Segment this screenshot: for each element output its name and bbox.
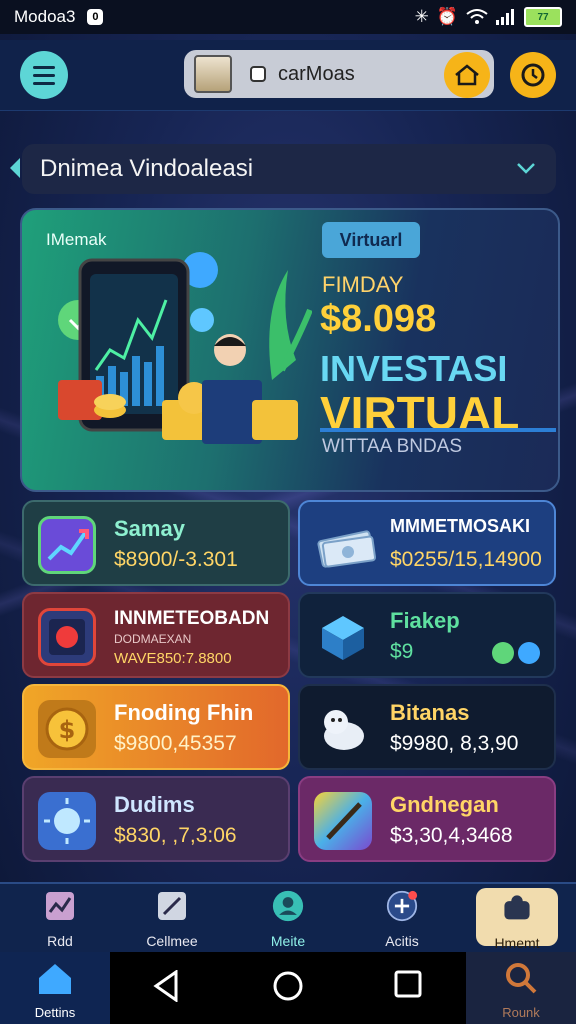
wallet-icon [504, 895, 530, 920]
tab-label: Meite [270, 933, 306, 949]
nav-left-tab[interactable]: Dettins [0, 952, 110, 1024]
card-value: $3,30,4,3468 [390, 824, 513, 847]
pencil-cube-icon [314, 792, 372, 850]
tab-label: Acitis [385, 933, 419, 949]
money-stack-icon [314, 516, 378, 574]
chart-icon [38, 516, 96, 574]
user-icon [272, 890, 304, 922]
tab-meite[interactable]: Meite [238, 890, 338, 950]
card-mmmetmosaki[interactable]: MMMETMOSAKI $0255/15,14900 [298, 500, 556, 586]
battery-icon: 77 [524, 7, 562, 27]
wifi-icon [466, 9, 488, 24]
card-dudims[interactable]: Dudims $830, ,7,3:06 [22, 776, 290, 862]
hero-amount: $8.098 [320, 298, 437, 340]
card-title: INNMETEOBADN [114, 608, 270, 629]
card-value: $8900/-3.301 [114, 548, 238, 571]
card-gndnegan[interactable]: Gndnegan $3,30,4,3468 [298, 776, 556, 862]
card-title: Fnoding Fhin [114, 700, 254, 725]
seal-icon [314, 700, 372, 758]
card-samay[interactable]: Samay $8900/-3.301 [22, 500, 290, 586]
signal-icon [496, 9, 514, 25]
nav-right-tab[interactable]: Rounk [466, 952, 576, 1024]
card-value: WAVE850:7.8800 [114, 650, 232, 667]
card-fnoding-fhin[interactable]: $ Fnoding Fhin $9800,45357 [22, 684, 290, 770]
add-icon [386, 890, 418, 922]
card-value: $9980, 8,3,90 [390, 732, 519, 755]
tab-label: Hmemt [494, 935, 540, 951]
timer-button[interactable] [510, 52, 556, 98]
search-text: carMoas [278, 62, 355, 85]
hero-divider [320, 428, 556, 432]
edit-icon [158, 892, 186, 920]
hero-title-1: INVESTASI [320, 348, 508, 389]
card-title: Bitanas [390, 700, 470, 725]
search-icon [506, 963, 537, 994]
top-bar: carMoas [0, 40, 576, 111]
home-nav-icon [39, 964, 71, 994]
back-arrow-icon[interactable] [10, 158, 20, 178]
status-bar: Modoa3 0 ✳ ⏰ 77 [0, 0, 576, 34]
card-title: Gndnegan [390, 792, 499, 817]
hero-tag: IMemak [46, 230, 107, 249]
tab-acitis[interactable]: Acitis [352, 890, 452, 950]
nav-left-label: Dettins [34, 1005, 76, 1020]
hero-banner[interactable]: IMemak Virtuarl FIMDAY $8.098 INVESTASI … [20, 208, 560, 492]
cube-icon [314, 608, 372, 666]
system-nav-bar: Dettins Rounk [0, 952, 576, 1024]
hero-subtitle: WITTAA BNDAS [322, 436, 463, 457]
tab-cellmee[interactable]: Cellmee [122, 890, 222, 950]
menu-button[interactable] [20, 51, 68, 99]
card-title: MMMETMOSAKI [390, 516, 530, 536]
card-fiakep[interactable]: Fiakep $9 [298, 592, 556, 678]
alarm-icon: ⏰ [436, 7, 458, 26]
notification-icon: 0 [87, 9, 104, 25]
home-button[interactable] [444, 52, 490, 98]
hero-badge: Virtuarl [322, 222, 420, 258]
dropdown-label: Dnimea Vindoaleasi [40, 155, 254, 182]
card-value: $0255/15,14900 [390, 548, 542, 571]
card-title: Dudims [114, 792, 195, 817]
coin-gear-icon: $ [38, 700, 96, 758]
tab-label: Cellmee [146, 933, 198, 949]
category-dropdown[interactable]: Dnimea Vindoaleasi [10, 144, 556, 194]
tab-hmemt[interactable]: Hmemt [476, 888, 558, 951]
hero-pre: FIMDAY [322, 272, 404, 297]
card-value: $830, ,7,3:06 [114, 824, 237, 847]
sun-icon [38, 792, 96, 850]
nav-right-label: Rounk [502, 1005, 540, 1020]
bluetooth-icon: ✳ [414, 7, 429, 26]
tab-rdd[interactable]: Rdd [10, 890, 110, 950]
home-icon [455, 64, 479, 86]
card-title: Samay [114, 516, 185, 541]
bottom-tab-bar: Rdd Cellmee Meite Acitis Hmemt [0, 882, 576, 954]
card-innmeteobadn[interactable]: INNMETEOBADN DODMAEXAN WAVE850:7.8800 [22, 592, 290, 678]
recents-nav-button[interactable] [394, 970, 422, 998]
card-bitanas[interactable]: Bitanas $9980, 8,3,90 [298, 684, 556, 770]
chevron-down-icon [517, 163, 535, 174]
card-value: $9 [390, 640, 414, 663]
lock-icon [250, 66, 266, 82]
card-title: Fiakep [390, 608, 460, 633]
phone-chart-illustration [58, 252, 312, 444]
timer-icon [521, 63, 545, 87]
status-title: Modoa3 [14, 7, 76, 26]
badge-icons [492, 642, 540, 664]
back-nav-button[interactable] [152, 970, 180, 1002]
device-icon [38, 608, 96, 666]
card-subtitle: DODMAEXAN [114, 632, 192, 646]
chart-tab-icon [46, 892, 74, 920]
tab-label: Rdd [47, 933, 73, 949]
svg-text:$: $ [59, 716, 76, 744]
home-nav-button[interactable] [272, 970, 304, 1002]
box-icon [194, 55, 232, 93]
card-value: $9800,45357 [114, 732, 237, 755]
